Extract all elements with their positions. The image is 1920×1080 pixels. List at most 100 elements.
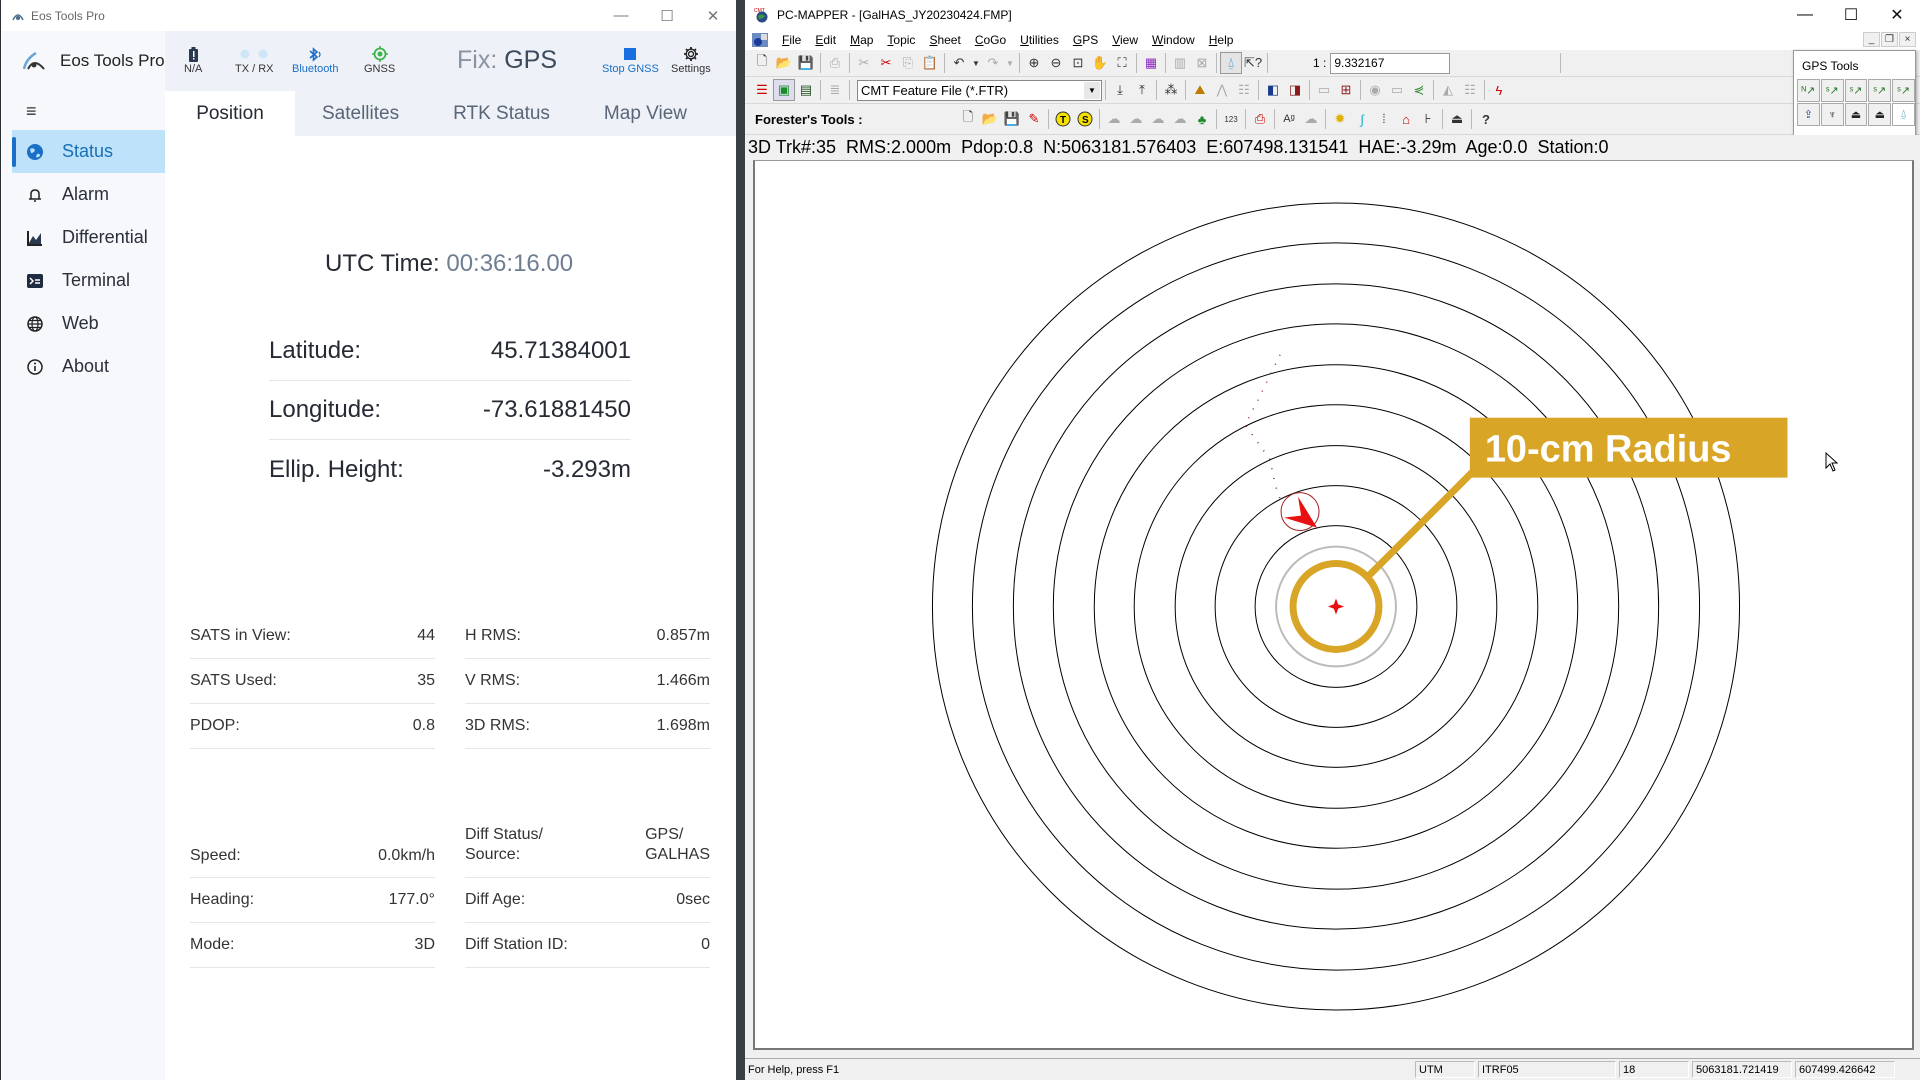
print-icon[interactable]: ⎙	[824, 52, 846, 74]
chevron-down-icon[interactable]: ▼	[1084, 81, 1100, 99]
maximize-button[interactable]: ☐	[644, 0, 690, 31]
redo-dropdown-icon[interactable]: ▼	[1004, 52, 1016, 74]
stand-split-icon[interactable]: ☁	[1169, 108, 1191, 130]
page-icon[interactable]: ▭	[1313, 79, 1335, 101]
antenna-icon[interactable]: ◉	[1364, 79, 1386, 101]
mdi-minimize-button[interactable]: _	[1863, 32, 1880, 47]
map-view-icon[interactable]: ▣	[773, 79, 795, 101]
house-icon[interactable]: ⌂	[1395, 108, 1417, 130]
settings-button[interactable]: Settings	[671, 45, 711, 75]
numbering-icon[interactable]: 123	[1220, 108, 1242, 130]
export-icon[interactable]: ⤒	[1131, 79, 1153, 101]
delete-record-icon[interactable]: ⊠	[1191, 52, 1213, 74]
table-view-icon[interactable]: ▤	[795, 79, 817, 101]
traverse-icon[interactable]: ⊞	[1335, 79, 1357, 101]
gps-start-s-icon[interactable]: ˢ↗	[1892, 79, 1915, 102]
menu-help[interactable]: Help	[1202, 33, 1241, 47]
zoom-out-icon[interactable]: ⊖	[1045, 52, 1067, 74]
sidebar-item-web[interactable]: Web	[12, 302, 165, 345]
fence-icon[interactable]: ⊦	[1417, 108, 1439, 130]
layer-r-icon[interactable]: ◨	[1284, 79, 1306, 101]
new-file-icon[interactable]: 🗋	[751, 52, 773, 74]
zoom-in-icon[interactable]: ⊕	[1023, 52, 1045, 74]
layers-icon[interactable]: ≣	[824, 79, 846, 101]
gnss-status[interactable]: GNSS	[364, 45, 395, 75]
bluetooth-status[interactable]: Bluetooth	[292, 45, 338, 75]
spread-icon[interactable]: ⋞	[1408, 79, 1430, 101]
import-icon[interactable]: ⤓	[1109, 79, 1131, 101]
profile-icon[interactable]: ⋀	[1211, 79, 1233, 101]
gps-antenna-icon[interactable]: ♆	[1820, 103, 1844, 126]
terrain-icon[interactable]: ◭	[1437, 79, 1459, 101]
tree-icon[interactable]: ♣	[1191, 108, 1213, 130]
legend-list-icon[interactable]: ☰	[751, 79, 773, 101]
zoom-extent-icon[interactable]: ⛶	[1111, 52, 1133, 74]
save-icon[interactable]: 💾	[1001, 108, 1023, 130]
record-icon[interactable]: ▥	[1169, 52, 1191, 74]
mdi-restore-button[interactable]: ❐	[1881, 32, 1898, 47]
tab-rtk-status[interactable]: RTK Status	[426, 91, 577, 136]
gps-station-n-icon[interactable]: ⏏	[1868, 103, 1892, 126]
label-icon[interactable]: Aᵍ	[1278, 108, 1300, 130]
tab-position[interactable]: Position	[165, 91, 295, 136]
menu-cogo[interactable]: CoGo	[968, 33, 1013, 47]
gps-start-l-icon[interactable]: ˢ↗	[1844, 79, 1868, 102]
cut-icon[interactable]: ✂	[853, 52, 875, 74]
maximize-button[interactable]: ☐	[1828, 0, 1874, 30]
gps-nav-icon[interactable]: ᴺ↗	[1797, 79, 1820, 102]
map-canvas[interactable]: 10-cm Radius	[755, 161, 1912, 1048]
save-icon[interactable]: 💾	[795, 52, 817, 74]
copy-icon[interactable]: ⎘	[897, 52, 919, 74]
feature-code-icon[interactable]: ⁂	[1160, 79, 1182, 101]
gps-station-icon[interactable]: ⏏	[1844, 103, 1868, 126]
s-badge-icon[interactable]: S	[1074, 108, 1096, 130]
camera-icon[interactable]: ▭	[1386, 79, 1408, 101]
bars-icon[interactable]: ☷	[1233, 79, 1255, 101]
road-icon[interactable]: ⦙	[1373, 108, 1395, 130]
sidebar-item-differential[interactable]: Differential	[12, 216, 165, 259]
cut-feature-icon[interactable]: ✂	[875, 52, 897, 74]
hamburger-icon[interactable]: ≡	[26, 101, 37, 122]
undo-dropdown-icon[interactable]: ▼	[970, 52, 982, 74]
menu-topic[interactable]: Topic	[880, 33, 922, 47]
map-view[interactable]: 10-cm Radius	[753, 160, 1914, 1050]
paste-icon[interactable]: 📋	[919, 52, 941, 74]
new-file-icon[interactable]: 🗋	[957, 108, 979, 130]
stand-icon[interactable]: ☁	[1103, 108, 1125, 130]
close-button[interactable]: ✕	[690, 0, 736, 31]
feature-file-dropdown[interactable]: CMT Feature File (*.FTR) ▼	[857, 79, 1102, 101]
network-icon[interactable]: ϟ	[1488, 79, 1510, 101]
menu-utilities[interactable]: Utilities	[1013, 33, 1066, 47]
minimize-button[interactable]: —	[1782, 0, 1828, 30]
gps-start-a-icon[interactable]: ˢ↗	[1868, 79, 1892, 102]
open-folder-icon[interactable]: 📂	[979, 108, 1001, 130]
station-icon[interactable]: ⏏	[1446, 108, 1468, 130]
close-button[interactable]: ✕	[1874, 0, 1920, 30]
menu-gps[interactable]: GPS	[1066, 33, 1105, 47]
edit-line-icon[interactable]: ⛰	[1189, 79, 1211, 101]
redo-icon[interactable]: ↷	[982, 52, 1004, 74]
sidebar-item-status[interactable]: Status	[12, 130, 165, 173]
mdi-close-button[interactable]: ×	[1899, 32, 1916, 47]
tab-map-view[interactable]: Map View	[577, 91, 714, 136]
scale-input[interactable]	[1330, 52, 1451, 74]
gps-upload-icon[interactable]: ⇪	[1797, 103, 1820, 126]
menu-file[interactable]: File	[775, 33, 808, 47]
t-badge-icon[interactable]: T	[1052, 108, 1074, 130]
menu-sheet[interactable]: Sheet	[922, 33, 967, 47]
minimize-button[interactable]: —	[598, 0, 644, 31]
gps-beacon-icon[interactable]: ⍙	[1892, 103, 1915, 126]
cloud-icon[interactable]: ☁	[1300, 108, 1322, 130]
sidebar-item-terminal[interactable]: Terminal	[12, 259, 165, 302]
help-pointer-icon[interactable]: ⇱?	[1242, 52, 1264, 74]
sidebar-item-alarm[interactable]: Alarm	[12, 173, 165, 216]
open-folder-icon[interactable]: 📂	[773, 52, 795, 74]
sun-icon[interactable]: ✹	[1329, 108, 1351, 130]
edit-doc-icon[interactable]: ✎	[1023, 108, 1045, 130]
layer-l-icon[interactable]: ◧	[1262, 79, 1284, 101]
info-grid-icon[interactable]: ▦	[1140, 52, 1162, 74]
stream-icon[interactable]: ∫	[1351, 108, 1373, 130]
menu-window[interactable]: Window	[1145, 33, 1202, 47]
stand-delete-icon[interactable]: ☁	[1125, 108, 1147, 130]
sidebar-item-about[interactable]: About	[12, 345, 165, 388]
